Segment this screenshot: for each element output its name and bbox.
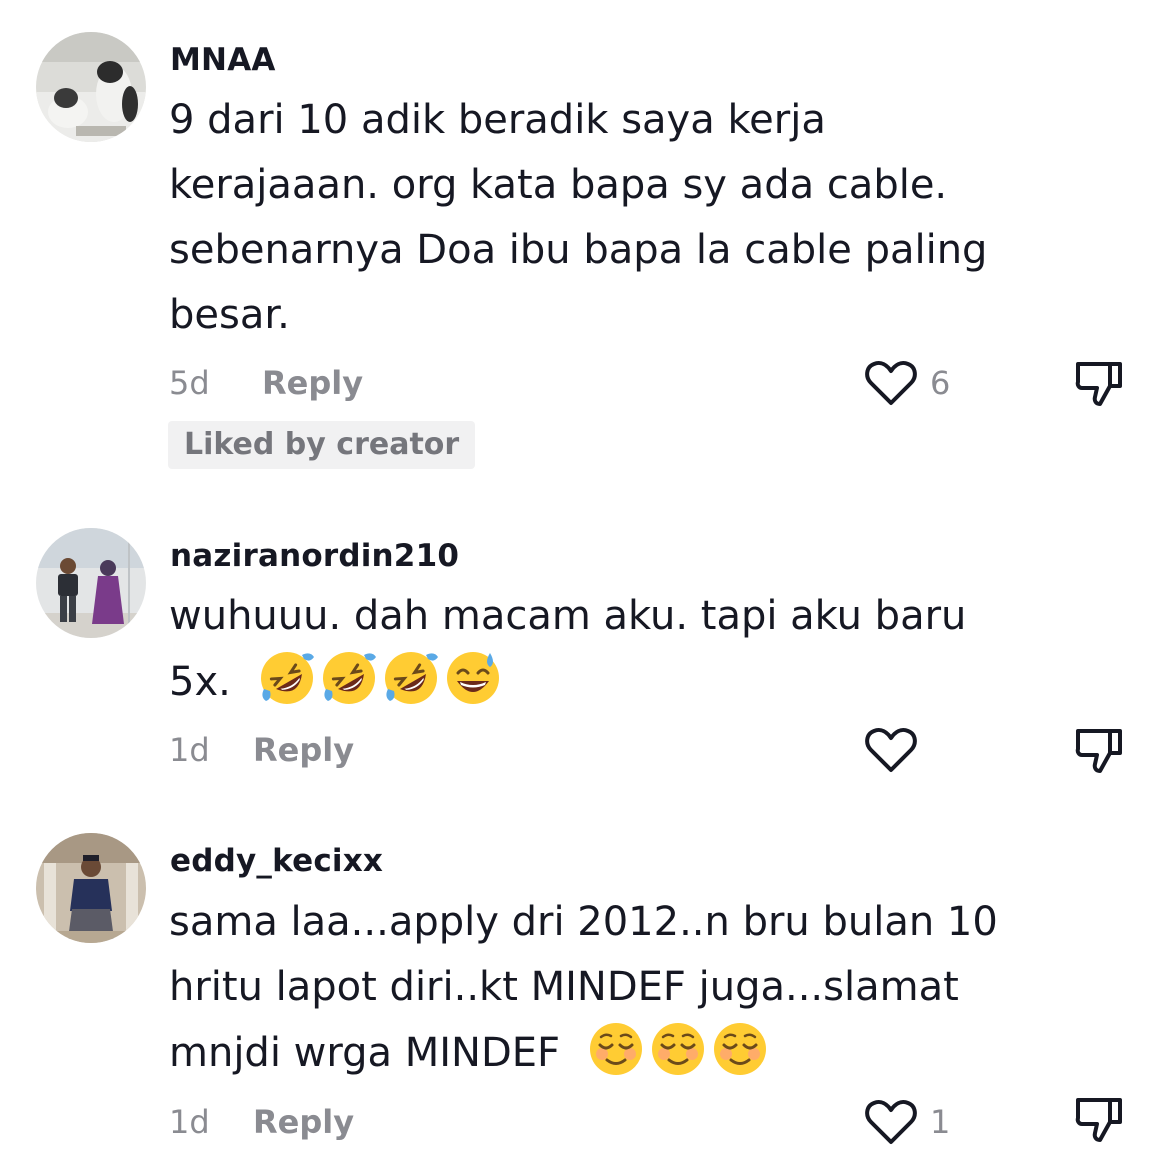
relieved-smile-emoji (587, 1020, 645, 1078)
comment-line: sebenarnya Doa ibu bapa la cable paling (169, 227, 988, 273)
heart-outline-icon[interactable] (864, 1098, 918, 1146)
liked-by-creator-badge: Liked by creator (168, 421, 476, 469)
comment-line: 9 dari 10 adik beradik saya kerja (169, 97, 826, 143)
comment-line: 5x. (169, 659, 231, 705)
rofl-emoji (320, 649, 378, 707)
avatar[interactable] (36, 833, 146, 943)
thumbs-down-outline-icon[interactable] (1072, 356, 1126, 410)
comment-username[interactable]: eddy_kecixx (170, 843, 383, 879)
reply-button[interactable]: Reply (253, 731, 354, 769)
reply-button[interactable]: Reply (253, 1103, 354, 1141)
comment-timestamp: 5d (169, 364, 210, 402)
comment-line: sama laa...apply dri 2012..n bru bulan 1… (169, 899, 998, 945)
rofl-emoji (258, 649, 316, 707)
heart-outline-icon[interactable] (864, 726, 918, 774)
comment-line-with-emoji: mnjdi wrga MINDEF (169, 1020, 1069, 1086)
relieved-smile-emoji (649, 1020, 707, 1078)
thumbs-down-outline-icon[interactable] (1072, 723, 1126, 777)
like-count: 1 (930, 1103, 951, 1141)
like-count: 6 (930, 364, 951, 402)
comment-timestamp: 1d (169, 731, 210, 769)
comment-line: mnjdi wrga MINDEF (169, 1030, 561, 1076)
comment-timestamp: 1d (169, 1103, 210, 1141)
comment-text: 9 dari 10 adik beradik saya kerja keraja… (169, 88, 1069, 348)
comment-line: wuhuuu. dah macam aku. tapi aku baru (169, 593, 967, 639)
relieved-smile-emoji (711, 1020, 769, 1078)
comment-username[interactable]: MNAA (170, 42, 276, 78)
comment-username[interactable]: naziranordin210 (170, 538, 459, 574)
comment-text: sama laa...apply dri 2012..n bru bulan 1… (169, 890, 1069, 1086)
avatar[interactable] (36, 528, 146, 638)
heart-outline-icon[interactable] (864, 359, 918, 407)
comment-line: kerajaaan. org kata bapa sy ada cable. (169, 162, 948, 208)
reply-button[interactable]: Reply (262, 364, 363, 402)
comment-line-with-emoji: 5x. (169, 649, 1069, 715)
comment-text: wuhuuu. dah macam aku. tapi aku baru 5x. (169, 584, 1069, 715)
comment-line: hritu lapot diri..kt MINDEF juga...slama… (169, 964, 959, 1010)
thumbs-down-outline-icon[interactable] (1072, 1092, 1126, 1146)
sweat-smile-emoji (444, 649, 502, 707)
comment-line: besar. (169, 292, 290, 338)
rofl-emoji (382, 649, 440, 707)
avatar[interactable] (36, 32, 146, 142)
